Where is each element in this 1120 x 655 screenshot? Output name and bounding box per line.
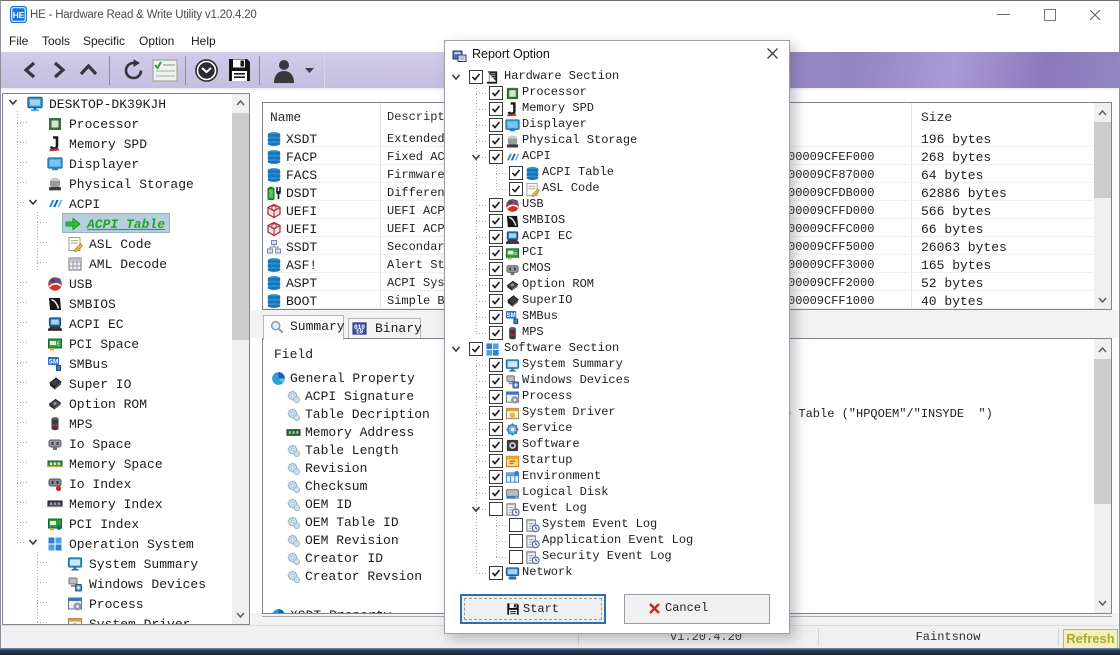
svg-text:HE: HE [13,10,25,20]
